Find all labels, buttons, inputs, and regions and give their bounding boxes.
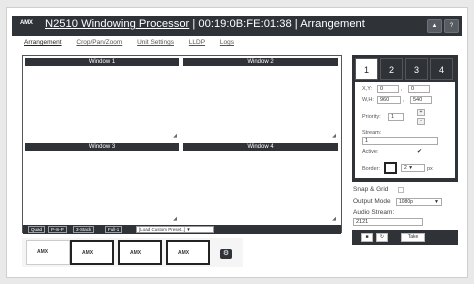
- window-4-title[interactable]: Window 4: [183, 143, 338, 151]
- amx-logo: AMX: [20, 20, 33, 26]
- nav-links: Arrangement Crop/Pan/Zoom Unit Settings …: [24, 39, 247, 49]
- output-mode-label: Output Mode: [353, 198, 391, 205]
- wh-label: W,H:: [362, 97, 374, 103]
- nav-lldp[interactable]: LLDP: [189, 39, 205, 46]
- active-label: Active:: [362, 149, 379, 155]
- audio-stream-input[interactable]: 2121: [353, 218, 423, 226]
- snap-grid-checkbox[interactable]: [398, 187, 404, 193]
- gear-icon[interactable]: ⚙: [220, 249, 232, 259]
- window-1[interactable]: Window 1 ◢: [25, 58, 179, 140]
- custom-preset-select[interactable]: [Load Custom Preset..] ▼: [136, 226, 214, 233]
- snap-grid-label: Snap & Grid: [353, 186, 389, 193]
- header-bar: AMX N2510 Windowing Processor | 00:19:0B…: [12, 16, 462, 36]
- nav-arrangement[interactable]: Arrangement: [24, 39, 62, 46]
- preset-bar: Quad P-In-P 3-Stack Full-1 [Load Custom …: [23, 225, 341, 234]
- xy-label: X,Y:: [362, 86, 373, 92]
- nav-unit-settings[interactable]: Unit Settings: [137, 39, 174, 46]
- priority-up-button[interactable]: +: [417, 109, 425, 116]
- border-unit: px: [427, 166, 433, 172]
- amx-logo: AMX: [178, 250, 190, 256]
- save-icon[interactable]: ■: [361, 233, 373, 242]
- chevron-down-icon: ▼: [186, 227, 191, 232]
- eject-icon[interactable]: ▲: [427, 19, 442, 33]
- window-1-title[interactable]: Window 1: [25, 58, 179, 66]
- tab-window-3[interactable]: 3: [405, 58, 428, 80]
- tab-window-2[interactable]: 2: [380, 58, 403, 80]
- resize-handle-icon[interactable]: ◢: [332, 133, 336, 139]
- resize-handle-icon[interactable]: ◢: [173, 133, 177, 139]
- window-3-title[interactable]: Window 3: [25, 143, 179, 151]
- window-4[interactable]: Window 4 ◢: [183, 143, 338, 223]
- resize-handle-icon[interactable]: ◢: [173, 216, 177, 222]
- nav-crop-pan-zoom[interactable]: Crop/Pan/Zoom: [76, 39, 122, 46]
- y-input[interactable]: 0: [408, 85, 430, 93]
- resize-handle-icon[interactable]: ◢: [332, 216, 336, 222]
- refresh-icon[interactable]: ↻: [376, 233, 388, 242]
- priority-down-button[interactable]: -: [417, 118, 425, 125]
- mac-address: 00:19:0B:FE:01:38: [198, 18, 292, 30]
- source-thumbnail-2[interactable]: AMX: [70, 240, 114, 265]
- border-width-select[interactable]: 2 ▼: [401, 164, 425, 172]
- preset-pip-button[interactable]: P-In-P: [48, 226, 67, 233]
- preset-quad-button[interactable]: Quad: [28, 226, 46, 233]
- device-link[interactable]: N2510 Windowing Processor: [45, 18, 189, 30]
- output-mode-select[interactable]: 1080p ▼: [396, 198, 442, 206]
- window-properties: X,Y: 0 , 0 W,H: 960 , 540 Priority: 1 + …: [355, 82, 455, 178]
- window-3[interactable]: Window 3 ◢: [25, 143, 179, 223]
- tab-window-1[interactable]: 1: [355, 58, 378, 80]
- amx-logo: AMX: [82, 250, 94, 256]
- window-properties-panel: 1 2 3 4 X,Y: 0 , 0 W,H: 960 , 540 Priori…: [352, 55, 458, 182]
- page-title: N2510 Windowing Processor | 00:19:0B:FE:…: [45, 18, 365, 30]
- width-input[interactable]: 960: [377, 96, 401, 104]
- x-input[interactable]: 0: [377, 85, 399, 93]
- take-button[interactable]: Take: [401, 233, 425, 242]
- stream-label: Stream:: [362, 130, 382, 136]
- nav-logs[interactable]: Logs: [220, 39, 234, 46]
- amx-logo: AMX: [37, 249, 49, 255]
- source-thumbnail-1[interactable]: AMX: [26, 240, 70, 265]
- height-input[interactable]: 540: [410, 96, 432, 104]
- stream-input[interactable]: 1: [362, 137, 438, 145]
- source-thumbnail-3[interactable]: AMX: [118, 240, 162, 265]
- arrangement-canvas: Window 1 ◢ Window 2 ◢ Window 3 ◢ Window …: [22, 55, 342, 233]
- border-label: Border:: [362, 166, 381, 172]
- border-color-swatch[interactable]: [384, 162, 397, 174]
- help-icon[interactable]: ?: [444, 19, 459, 33]
- page-name: Arrangement: [300, 18, 365, 30]
- priority-input[interactable]: 1: [388, 113, 404, 121]
- priority-label: Priority:: [362, 114, 381, 120]
- amx-logo: AMX: [130, 250, 142, 256]
- preset-3stack-button[interactable]: 3-Stack: [73, 226, 95, 233]
- chevron-down-icon: ▼: [408, 165, 414, 171]
- preset-full1-button[interactable]: Full-1: [105, 226, 123, 233]
- chevron-down-icon: ▼: [434, 199, 439, 205]
- source-thumbnail-4[interactable]: AMX: [166, 240, 210, 265]
- window-2-title[interactable]: Window 2: [183, 58, 338, 66]
- tab-window-4[interactable]: 4: [430, 58, 453, 80]
- action-bar: ■ ↻ Take: [352, 230, 458, 245]
- audio-stream-label: Audio Stream:: [353, 209, 395, 216]
- window-2[interactable]: Window 2 ◢: [183, 58, 338, 140]
- active-checkbox[interactable]: ✔: [417, 149, 423, 155]
